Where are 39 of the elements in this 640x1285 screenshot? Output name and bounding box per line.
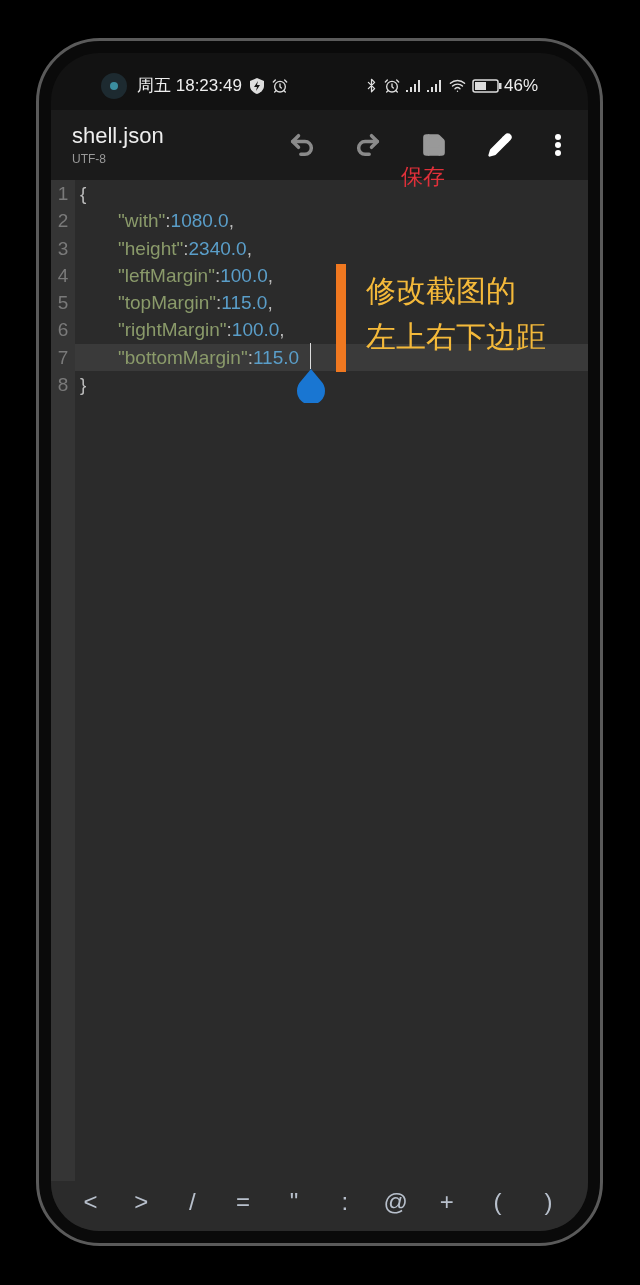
camera-icon — [101, 72, 127, 99]
annotation-text: 修改截图的 — [366, 273, 517, 309]
symbol-key[interactable]: / — [174, 1184, 211, 1220]
signal-icon — [405, 79, 422, 92]
text-cursor — [310, 343, 311, 369]
alarm-icon — [271, 77, 288, 94]
battery-icon — [471, 78, 502, 93]
redo-icon — [354, 131, 382, 159]
save-annotation: 保存 — [401, 163, 445, 191]
encoding-label: UTF-8 — [72, 150, 107, 168]
symbol-key[interactable]: > — [123, 1184, 160, 1220]
symbol-key[interactable]: " — [276, 1184, 312, 1220]
annotation-text: 左上右下边距 — [366, 319, 546, 355]
status-time: 周五 18:23:49 — [137, 74, 242, 97]
signal-icon — [426, 79, 443, 92]
wifi-icon — [448, 77, 466, 94]
symbol-key[interactable]: ) — [530, 1184, 567, 1220]
line-number: 5 — [56, 291, 70, 316]
line-number: 6 — [56, 318, 70, 343]
symbol-key[interactable]: + — [428, 1184, 465, 1220]
more-icon — [555, 134, 561, 156]
line-number: 7 — [56, 345, 70, 370]
line-number: 3 — [56, 236, 70, 261]
line-number: 4 — [56, 263, 70, 288]
symbol-key[interactable]: < — [72, 1184, 109, 1220]
symbol-key[interactable]: = — [225, 1184, 262, 1220]
alarm-icon — [383, 77, 400, 94]
symbol-key[interactable]: @ — [377, 1184, 414, 1220]
cursor-handle[interactable] — [297, 369, 325, 403]
symbol-key[interactable]: ( — [479, 1184, 516, 1220]
line-number: 1 — [56, 182, 70, 206]
battery-level: 46% — [503, 74, 538, 97]
pencil-icon — [487, 132, 513, 158]
line-number: 2 — [56, 209, 70, 234]
symbol-key[interactable]: : — [326, 1184, 363, 1220]
undo-icon — [288, 131, 316, 159]
file-title: shell.json — [72, 122, 164, 150]
line-number: 8 — [56, 373, 70, 398]
shield-icon — [249, 77, 264, 94]
